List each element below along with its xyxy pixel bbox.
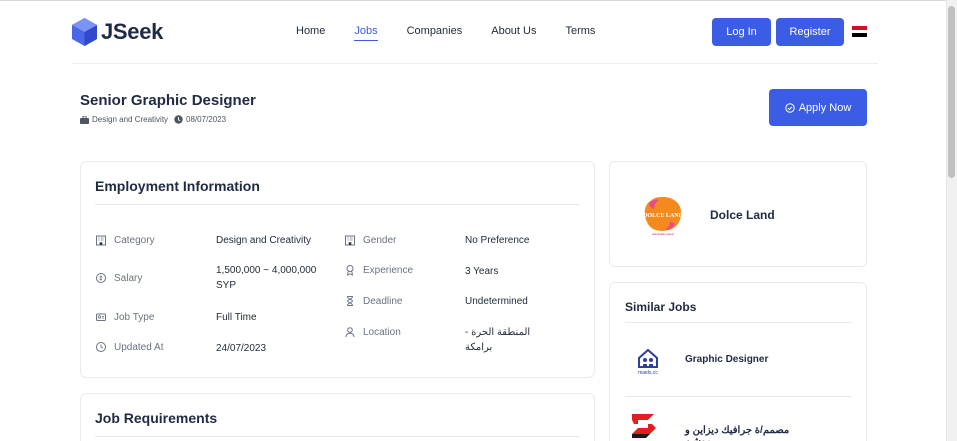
scrollbar-thumb[interactable] bbox=[948, 6, 955, 178]
nav-companies[interactable]: Companies bbox=[407, 25, 463, 41]
company-name[interactable]: Dolce Land bbox=[710, 208, 775, 222]
job-type-value: Full Time bbox=[216, 312, 257, 323]
maids-logo[interactable]: maids.cc bbox=[632, 344, 664, 376]
dolce-land-logo-text: DOLCE LAND bbox=[643, 213, 684, 219]
apply-now-button[interactable]: Apply Now bbox=[769, 89, 867, 126]
user-icon bbox=[345, 327, 355, 338]
divider bbox=[95, 436, 580, 437]
nav-jobs[interactable]: Jobs bbox=[354, 25, 378, 41]
login-button[interactable]: Log In bbox=[712, 18, 771, 46]
nav-terms[interactable]: Terms bbox=[565, 25, 595, 41]
coin-icon bbox=[96, 273, 106, 283]
hourglass-icon bbox=[347, 296, 353, 306]
updated-at-label: Updated At bbox=[95, 341, 163, 353]
page-scrollbar[interactable] bbox=[946, 0, 957, 441]
salary-value: 1,500,000 ~ 4,000,000 SYP bbox=[216, 265, 317, 291]
updated-at-value: 24/07/2023 bbox=[216, 343, 267, 354]
employment-info-title: Employment Information bbox=[95, 178, 260, 194]
clock-icon bbox=[96, 342, 106, 352]
dolce-land-logo-icon: DOLCE LAND Handmade sweets bbox=[643, 197, 684, 236]
building-icon bbox=[96, 235, 106, 246]
job-title: Senior Graphic Designer bbox=[80, 92, 256, 109]
nav-about-us[interactable]: About Us bbox=[491, 25, 536, 41]
similar-job-title[interactable]: Graphic Designer bbox=[685, 354, 768, 365]
register-button[interactable]: Register bbox=[776, 18, 844, 46]
company-logo[interactable]: DOLCE LAND Handmade sweets bbox=[641, 194, 685, 238]
experience-label: Experience bbox=[344, 264, 413, 276]
egypt-flag-icon[interactable] bbox=[852, 26, 867, 38]
dolce-land-logo-subtext: Handmade sweets bbox=[652, 232, 674, 236]
apply-now-label: Apply Now bbox=[798, 101, 852, 114]
salary-label: Salary bbox=[95, 272, 142, 284]
user-tie-icon bbox=[96, 313, 106, 321]
divider bbox=[625, 322, 852, 323]
job-posted-date: 08/07/2023 bbox=[186, 115, 227, 124]
category-label: Category bbox=[95, 234, 155, 246]
location-label: Location bbox=[344, 326, 401, 338]
clock-icon bbox=[174, 115, 183, 124]
category-value: Design and Creativity bbox=[216, 235, 312, 246]
gender-value: No Preference bbox=[465, 235, 530, 246]
red-s-logo[interactable] bbox=[628, 412, 660, 441]
brand-logo[interactable]: JSeek bbox=[72, 18, 163, 46]
job-meta: Design and Creativity 08/07/2023 bbox=[80, 115, 232, 124]
deadline-label: Deadline bbox=[344, 295, 402, 307]
divider bbox=[95, 204, 580, 205]
maids-logo-text: maids.cc bbox=[638, 370, 658, 376]
hexagon-logo-icon bbox=[72, 18, 97, 46]
job-requirements-title: Job Requirements bbox=[95, 410, 218, 426]
similar-jobs-title: Similar Jobs bbox=[625, 300, 697, 314]
briefcase-icon bbox=[80, 115, 89, 124]
location-value: المنطقة الحرة - برامكة bbox=[465, 327, 531, 353]
deadline-value: Undetermined bbox=[465, 296, 528, 307]
experience-value: 3 Years bbox=[465, 266, 499, 277]
maids-logo-icon: maids.cc bbox=[638, 348, 658, 376]
job-category: Design and Creativity bbox=[92, 115, 169, 124]
job-type-label: Job Type bbox=[95, 311, 154, 323]
red-s-logo-icon bbox=[632, 414, 656, 438]
nav-home[interactable]: Home bbox=[296, 25, 325, 41]
medal-icon bbox=[346, 265, 354, 276]
main-nav: Home Jobs Companies About Us Terms bbox=[296, 25, 624, 41]
site-header: JSeek Home Jobs Companies About Us Terms… bbox=[72, 0, 878, 64]
gender-label: Gender bbox=[344, 234, 396, 246]
brand-name: JSeek bbox=[101, 19, 164, 44]
building-icon bbox=[345, 235, 355, 246]
similar-job-title[interactable]: مصمم/ة جرافيك ديزاين و موشن bbox=[685, 425, 815, 441]
divider bbox=[625, 396, 852, 397]
check-circle-icon bbox=[785, 102, 795, 113]
